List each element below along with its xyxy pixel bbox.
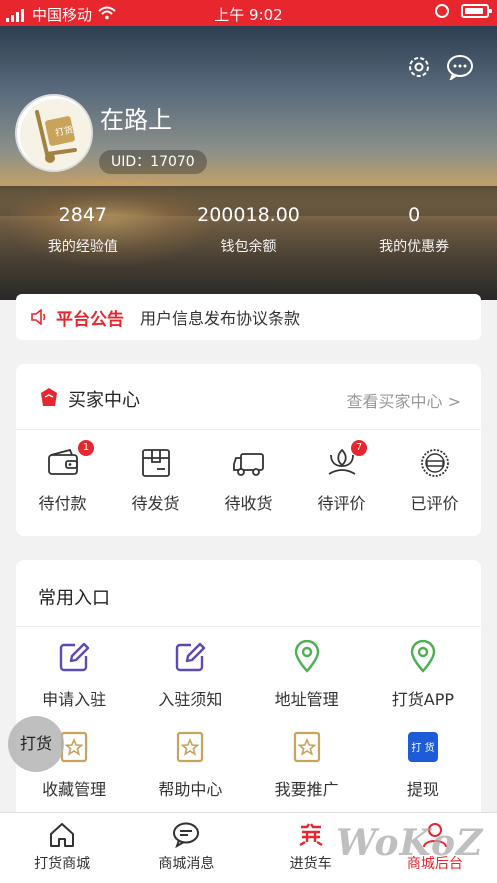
order-label: 待发货 (131, 494, 180, 513)
home-icon (50, 823, 75, 847)
order-pending-review[interactable]: 7 待评价 (295, 440, 388, 514)
floating-dahuo-button[interactable]: 打货 (8, 716, 64, 772)
stat-label: 我的经验值 (47, 239, 118, 255)
settings-gear-icon[interactable] (406, 54, 432, 80)
entry-join-notes[interactable]: 入驻须知 (132, 640, 248, 710)
username: 在路上 (100, 106, 172, 134)
location-icon (410, 640, 436, 673)
order-label: 待付款 (38, 494, 87, 513)
uid-badge: UID：17070 (99, 150, 207, 174)
entry-label: 入驻须知 (158, 690, 223, 709)
stat-value: 200018.00 (197, 204, 300, 226)
watermark-logo: WoKoZ (336, 822, 484, 864)
red-bag-icon (41, 388, 57, 406)
entries-grid: 申请入驻 入驻须知 地址管理 打货APP 收藏管理 帮助中心 我要推广 打 货 … (16, 640, 481, 800)
entry-address-management[interactable]: 地址管理 (249, 640, 365, 710)
status-time: 上午 9:02 (214, 6, 283, 24)
entry-apply-join[interactable]: 申请入驻 (16, 640, 132, 710)
truck-icon (232, 453, 264, 476)
stat-wallet[interactable]: 200018.00 钱包余额 (166, 204, 332, 256)
buyer-center-card: 买家中心 查看买家中心 > 1 待付款 待发货 待收货 7 待评价 已评价 (16, 364, 481, 536)
edit-icon (59, 642, 90, 672)
stat-label: 我的优惠券 (379, 239, 450, 255)
box-icon (141, 449, 170, 477)
stat-label: 钱包余额 (220, 239, 277, 255)
location-icon (294, 640, 319, 673)
entry-label: 我要推广 (274, 780, 339, 799)
tab-label: 商城消息 (158, 856, 215, 872)
entry-promote[interactable]: 我要推广 (249, 730, 365, 800)
divider (16, 626, 481, 627)
platform-notice[interactable]: 平台公告 用户信息发布协议条款 (16, 294, 481, 340)
stamp-icon (420, 449, 449, 477)
stat-value: 0 (408, 204, 421, 226)
withdraw-icon: 打 货 (407, 732, 438, 762)
order-reviewed[interactable]: 已评价 (388, 440, 481, 514)
order-status-row: 1 待付款 待发货 待收货 7 待评价 已评价 (16, 440, 481, 514)
buyer-center-title: 买家中心 (68, 390, 140, 411)
stats-row: 2847 我的经验值 200018.00 钱包余额 0 我的优惠券 (0, 204, 497, 256)
orientation-lock-icon (435, 4, 449, 18)
entry-dahuo-app[interactable]: 打货APP (365, 640, 481, 710)
badge-count: 7 (351, 440, 367, 456)
entry-label: 打货APP (391, 690, 454, 709)
cart-icon (299, 823, 323, 847)
stat-experience[interactable]: 2847 我的经验值 (0, 204, 166, 256)
tab-mall-home[interactable]: 打货商城 (0, 813, 124, 883)
common-entries-card: 常用入口 申请入驻 入驻须知 地址管理 打货APP 收藏管理 帮助中心 我要推广… (16, 560, 481, 820)
message-bubble-icon[interactable] (446, 54, 474, 80)
entry-help-center[interactable]: 帮助中心 (132, 730, 248, 800)
battery-icon (461, 4, 492, 18)
order-label: 待收货 (224, 494, 273, 513)
entry-label: 收藏管理 (42, 780, 107, 799)
withdraw-icon-text: 打 货 (411, 741, 434, 754)
entry-withdraw[interactable]: 打 货 提现 (365, 730, 481, 800)
order-label: 已评价 (410, 494, 459, 513)
entry-label: 提现 (406, 780, 439, 799)
view-buyer-center-link[interactable]: 查看买家中心 > (347, 388, 462, 412)
common-entries-title: 常用入口 (38, 588, 110, 609)
avatar[interactable]: 打货 (15, 94, 93, 172)
chat-icon (173, 822, 200, 849)
star-icon (177, 731, 204, 763)
edit-icon (176, 642, 206, 672)
order-pending-payment[interactable]: 1 待付款 (16, 440, 109, 514)
entry-label: 帮助中心 (158, 780, 223, 799)
entry-label: 地址管理 (274, 690, 339, 709)
status-bar: 中国移动 上午 9:02 (0, 0, 497, 26)
entry-label: 申请入驻 (42, 690, 107, 709)
wallet-icon (47, 448, 78, 475)
order-pending-receipt[interactable]: 待收货 (202, 440, 295, 514)
buyer-center-header: 买家中心 查看买家中心 > (16, 364, 481, 430)
tab-mall-messages[interactable]: 商城消息 (124, 813, 248, 883)
stat-value: 2847 (58, 204, 108, 226)
notice-title: 平台公告 (56, 309, 124, 330)
tab-label: 打货商城 (34, 856, 91, 872)
star-icon (293, 731, 320, 763)
stat-coupons[interactable]: 0 我的优惠券 (331, 204, 497, 256)
notice-text[interactable]: 用户信息发布协议条款 (140, 305, 300, 329)
speaker-icon (31, 309, 46, 325)
order-label: 待评价 (317, 494, 366, 513)
status-right (435, 4, 492, 18)
badge-count: 1 (78, 440, 94, 456)
order-pending-shipment[interactable]: 待发货 (109, 440, 202, 514)
